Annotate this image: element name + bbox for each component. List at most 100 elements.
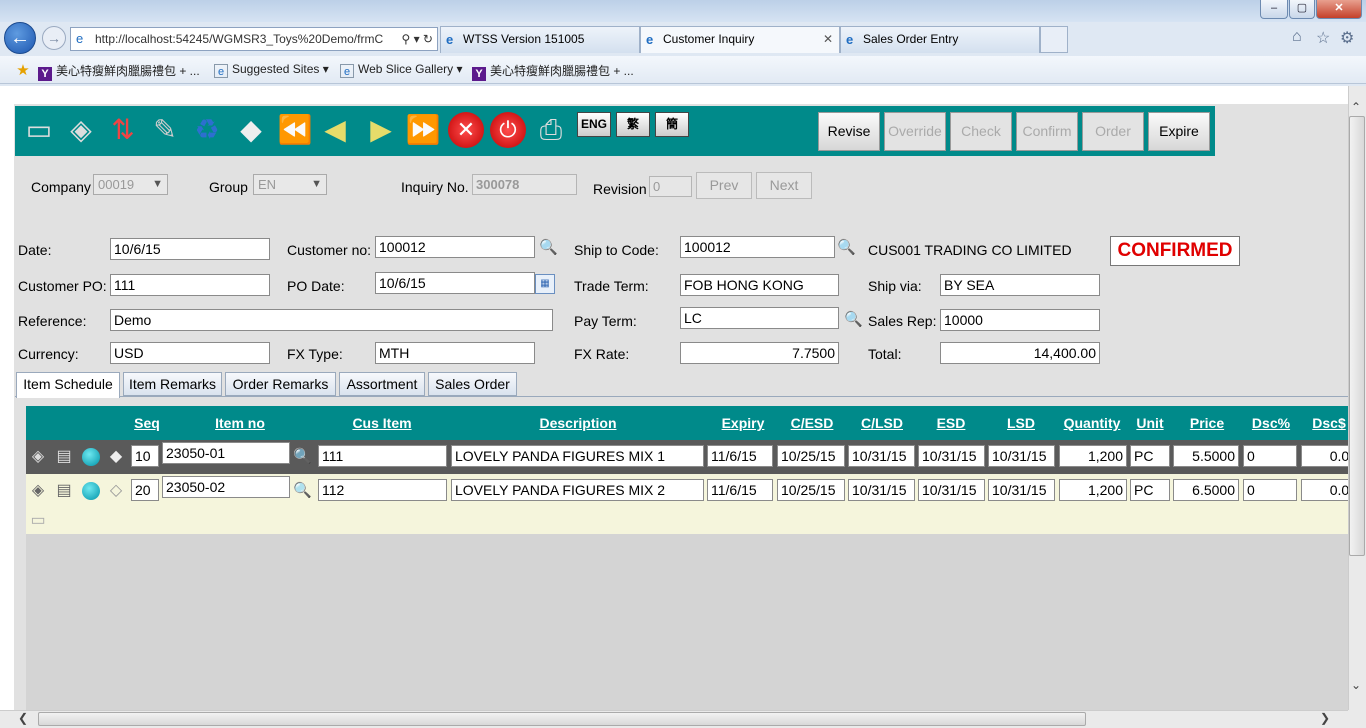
lang-traditional-button[interactable]: 繁	[616, 112, 650, 137]
customer-no-field[interactable]: 100012	[375, 236, 535, 258]
clsd-cell[interactable]: 10/31/15	[848, 445, 915, 467]
next-record-icon[interactable]: ▶	[363, 112, 399, 148]
first-record-icon[interactable]: ⏪	[277, 112, 313, 148]
move-arrows-icon[interactable]: ⇅	[105, 112, 141, 148]
tab-item-remarks[interactable]: Item Remarks	[123, 372, 222, 396]
fx-rate-field[interactable]: 7.7500	[680, 342, 839, 364]
ship-via-field[interactable]: BY SEA	[940, 274, 1100, 296]
col-unit[interactable]: Unit	[1132, 415, 1168, 431]
scroll-down-icon[interactable]: ⌄	[1351, 678, 1361, 692]
favorite-link[interactable]: Y 美心特瘦鮮肉臘腸禮包 + ...	[472, 62, 634, 81]
unit-cell[interactable]: PC	[1130, 445, 1170, 467]
status-dot-icon[interactable]	[82, 448, 100, 466]
tab-sales-order[interactable]: Sales Order	[428, 372, 517, 396]
eraser-icon[interactable]: ◇	[106, 481, 126, 501]
unit-cell[interactable]: PC	[1130, 479, 1170, 501]
col-quantity[interactable]: Quantity	[1062, 415, 1122, 431]
favorite-link[interactable]: Y 美心特瘦鮮肉臘腸禮包 + ...	[38, 62, 200, 81]
cus-item-cell[interactable]: 111	[318, 445, 447, 467]
status-dot-icon[interactable]	[82, 482, 100, 500]
cancel-x-icon[interactable]: ✕	[448, 112, 484, 148]
ship-to-code-field[interactable]: 100012	[680, 236, 835, 258]
col-seq[interactable]: Seq	[130, 415, 164, 431]
copy-icon[interactable]: ◈	[63, 112, 99, 148]
lsd-cell[interactable]: 10/31/15	[988, 479, 1055, 501]
override-button[interactable]: Override	[884, 112, 946, 151]
search-magnifier-icon[interactable]: 🔍	[293, 481, 312, 499]
reference-field[interactable]: Demo	[110, 309, 553, 331]
scroll-left-icon[interactable]: ❮	[18, 711, 28, 725]
maximize-button[interactable]: ▢	[1289, 0, 1315, 19]
expiry-cell[interactable]: 11/6/15	[707, 445, 773, 467]
tab-sales-order-entry[interactable]: e Sales Order Entry	[840, 26, 1040, 53]
search-magnifier-icon[interactable]: 🔍	[293, 447, 312, 465]
prev-button[interactable]: Prev	[696, 172, 752, 199]
copy-row-icon[interactable]: ◈	[28, 481, 48, 501]
vertical-scroll-thumb[interactable]	[1349, 116, 1365, 556]
order-button[interactable]: Order	[1082, 112, 1144, 151]
quantity-cell[interactable]: 1,200	[1059, 479, 1127, 501]
po-date-field[interactable]: 10/6/15	[375, 272, 535, 294]
copy-row-icon[interactable]: ◈	[28, 447, 48, 467]
revision-field[interactable]: 0	[649, 176, 692, 197]
horizontal-scroll-thumb[interactable]	[38, 712, 1086, 726]
item-no-cell[interactable]: 23050-01	[162, 442, 290, 464]
fx-type-field[interactable]: MTH	[375, 342, 535, 364]
company-select[interactable]: 00019 ▼	[93, 174, 168, 195]
quantity-cell[interactable]: 1,200	[1059, 445, 1127, 467]
delete-row-icon[interactable]: ▤	[54, 481, 74, 501]
col-lsd[interactable]: LSD	[1003, 415, 1039, 431]
table-row[interactable]: ◈ ▤ ◆ 10 23050-01 🔍 111 LOVELY PANDA FIG…	[26, 440, 1348, 474]
description-cell[interactable]: LOVELY PANDA FIGURES MIX 2	[451, 479, 704, 501]
esd-cell[interactable]: 10/31/15	[918, 479, 985, 501]
minimize-button[interactable]: –	[1260, 0, 1288, 19]
tab-assortment[interactable]: Assortment	[339, 372, 425, 396]
revise-button[interactable]: Revise	[818, 112, 880, 151]
settings-gear-icon[interactable]: ⚙	[1340, 28, 1354, 48]
confirm-button[interactable]: Confirm	[1016, 112, 1078, 151]
date-field[interactable]: 10/6/15	[110, 238, 270, 260]
printer-icon[interactable]: ⎙	[533, 112, 569, 148]
eraser-icon[interactable]: ◆	[106, 447, 126, 467]
col-cus-item[interactable]: Cus Item	[352, 415, 412, 431]
dsc-amount-cell[interactable]: 0.00	[1301, 479, 1348, 501]
expiry-cell[interactable]: 11/6/15	[707, 479, 773, 501]
new-document-icon[interactable]: ▭	[21, 112, 57, 148]
sales-rep-field[interactable]: 10000	[940, 309, 1100, 331]
close-window-button[interactable]: ✕	[1316, 0, 1362, 19]
cesd-cell[interactable]: 10/25/15	[777, 479, 845, 501]
back-button[interactable]: ←	[4, 22, 36, 54]
table-row[interactable]: ◈ ▤ ◇ 20 23050-02 🔍 112 LOVELY PANDA FIG…	[26, 474, 1348, 508]
pay-term-field[interactable]: LC	[680, 307, 839, 329]
group-select[interactable]: EN ▼	[253, 174, 327, 195]
scroll-up-icon[interactable]: ⌃	[1351, 100, 1361, 114]
cus-item-cell[interactable]: 112	[318, 479, 447, 501]
tab-customer-inquiry[interactable]: e Customer Inquiry ✕	[640, 26, 840, 53]
address-bar[interactable]: e http://localhost:54245/WGMSR3_Toys%20D…	[70, 27, 438, 51]
price-cell[interactable]: 5.5000	[1173, 445, 1239, 467]
inquiry-no-field[interactable]: 300078	[472, 174, 577, 195]
description-cell[interactable]: LOVELY PANDA FIGURES MIX 1	[451, 445, 704, 467]
previous-record-icon[interactable]: ◀	[317, 112, 353, 148]
favorites-star-icon[interactable]: ★	[16, 62, 34, 78]
search-magnifier-icon[interactable]: 🔍	[837, 238, 856, 256]
lang-simplified-button[interactable]: 簡	[655, 112, 689, 137]
search-magnifier-icon[interactable]: 🔍	[539, 238, 558, 256]
tab-order-remarks[interactable]: Order Remarks	[225, 372, 336, 396]
add-row-icon[interactable]: ▭	[28, 511, 48, 531]
power-exit-icon[interactable]: ⏻	[490, 112, 526, 148]
customer-po-field[interactable]: 111	[110, 274, 270, 296]
dsc-percent-cell[interactable]: 0	[1243, 445, 1297, 467]
tab-item-schedule[interactable]: Item Schedule	[16, 372, 120, 398]
scroll-right-icon[interactable]: ❯	[1320, 711, 1330, 725]
col-clsd[interactable]: C/LSD	[859, 415, 905, 431]
next-button[interactable]: Next	[756, 172, 812, 199]
home-icon[interactable]: ⌂	[1292, 28, 1302, 46]
dsc-percent-cell[interactable]: 0	[1243, 479, 1297, 501]
total-field[interactable]: 14,400.00	[940, 342, 1100, 364]
recycle-bin-icon[interactable]: ♻	[189, 112, 225, 148]
col-item-no[interactable]: Item no	[214, 415, 266, 431]
dsc-amount-cell[interactable]: 0.00	[1301, 445, 1348, 467]
new-tab-button[interactable]	[1040, 26, 1068, 53]
lsd-cell[interactable]: 10/31/15	[988, 445, 1055, 467]
